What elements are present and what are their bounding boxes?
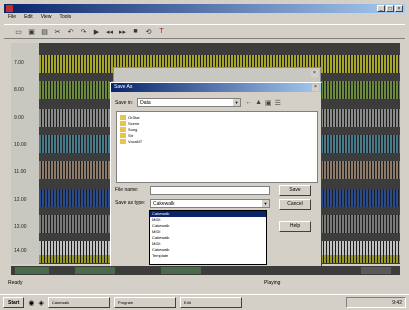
- savetype-value: Cakewalk: [153, 201, 175, 207]
- start-button[interactable]: Start: [3, 297, 25, 308]
- look-in-value: Data: [140, 100, 151, 106]
- maximize-button[interactable]: □: [386, 5, 394, 12]
- transport-block: [161, 267, 201, 274]
- system-tray-clock: 9:42: [346, 297, 406, 308]
- minimize-button[interactable]: _: [377, 5, 385, 12]
- view-menu-icon[interactable]: ☰: [275, 99, 281, 107]
- loop-icon[interactable]: ⟲: [144, 27, 153, 36]
- taskbar: Start ◉ ◈ Cakewalk Program Edit 9:42: [0, 294, 409, 310]
- transport-block: [75, 267, 115, 274]
- play-icon[interactable]: ▶: [92, 27, 101, 36]
- open-icon[interactable]: ▤: [40, 27, 49, 36]
- savetype-combo[interactable]: Cakewalk ▼: [150, 199, 270, 208]
- save-button[interactable]: Save: [279, 185, 311, 196]
- dropdown-option[interactable]: Template: [150, 253, 266, 259]
- app-icon: [6, 5, 13, 12]
- close-button[interactable]: ×: [395, 5, 403, 12]
- dialog-title: Save As: [114, 84, 133, 90]
- menu-file[interactable]: File: [8, 13, 16, 21]
- dialog-titlebar: Save As ×: [111, 83, 321, 92]
- cut-icon[interactable]: ✂: [53, 27, 62, 36]
- status-bar: Ready Playing: [4, 278, 405, 288]
- status-mode: Playing: [264, 280, 281, 286]
- stop-icon[interactable]: ■: [131, 27, 140, 36]
- folder-icon: [120, 138, 126, 144]
- cancel-button[interactable]: Cancel: [279, 199, 311, 210]
- status-text: Ready: [8, 280, 23, 286]
- save-icon[interactable]: ▣: [27, 27, 36, 36]
- dialog-nav-icons: ← ▲ ▣ ☰: [245, 99, 281, 107]
- transport-block: [15, 267, 49, 274]
- redo-icon[interactable]: ↷: [79, 27, 88, 36]
- look-in-label: Save in:: [115, 99, 134, 106]
- transport-strip: [11, 266, 400, 275]
- menubar: File Edit View Tools: [4, 13, 405, 21]
- dialog-close-icon[interactable]: ×: [312, 84, 319, 91]
- toolbar: ▭ ▣ ▤ ✂ ↶ ↷ ▶ ◂◂ ▸▸ ■ ⟲ T: [4, 24, 405, 39]
- look-in-combo[interactable]: Data ▼: [137, 98, 242, 107]
- forward-icon[interactable]: ▸▸: [118, 27, 127, 36]
- chevron-down-icon[interactable]: ▼: [262, 200, 269, 207]
- undo-icon[interactable]: ↶: [66, 27, 75, 36]
- rewind-icon[interactable]: ◂◂: [105, 27, 114, 36]
- app-titlebar: _ □ ×: [4, 4, 405, 13]
- folder-icon: [120, 126, 126, 132]
- help-button[interactable]: Help: [279, 221, 311, 232]
- savetype-dropdown-list[interactable]: Cakewalk MIDI Cakewalk MIDI Cakewalk MID…: [149, 210, 267, 265]
- tools-icon[interactable]: T: [157, 27, 166, 36]
- quicklaunch-icon[interactable]: ◈: [39, 299, 44, 307]
- file-list[interactable]: OrStar Scene Song Str VocaNT: [116, 111, 318, 183]
- list-item[interactable]: VocaNT: [120, 138, 314, 144]
- taskbar-item[interactable]: Edit: [179, 297, 242, 308]
- taskbar-item[interactable]: Program: [113, 297, 176, 308]
- menu-edit[interactable]: Edit: [24, 13, 33, 21]
- look-in-row: Save in: Data ▼ ← ▲ ▣ ☰: [115, 98, 281, 107]
- taskbar-item[interactable]: Cakewalk: [47, 297, 110, 308]
- chevron-down-icon[interactable]: ▼: [233, 99, 241, 106]
- savetype-label: Save as type:: [115, 200, 146, 206]
- new-folder-icon[interactable]: ▣: [265, 99, 272, 107]
- filename-input[interactable]: [150, 186, 270, 195]
- folder-icon: [120, 120, 126, 126]
- folder-icon: [120, 132, 126, 138]
- new-icon[interactable]: ▭: [14, 27, 23, 36]
- folder-icon: [120, 114, 126, 120]
- quicklaunch-icon[interactable]: ◉: [28, 299, 34, 307]
- menu-view[interactable]: View: [41, 13, 52, 21]
- background-dialog-close-icon[interactable]: ×: [311, 70, 318, 77]
- filename-label: File name:: [115, 187, 139, 193]
- up-folder-icon[interactable]: ▲: [255, 99, 262, 107]
- menu-tools[interactable]: Tools: [59, 13, 71, 21]
- back-icon[interactable]: ←: [245, 99, 252, 107]
- transport-block: [361, 267, 391, 274]
